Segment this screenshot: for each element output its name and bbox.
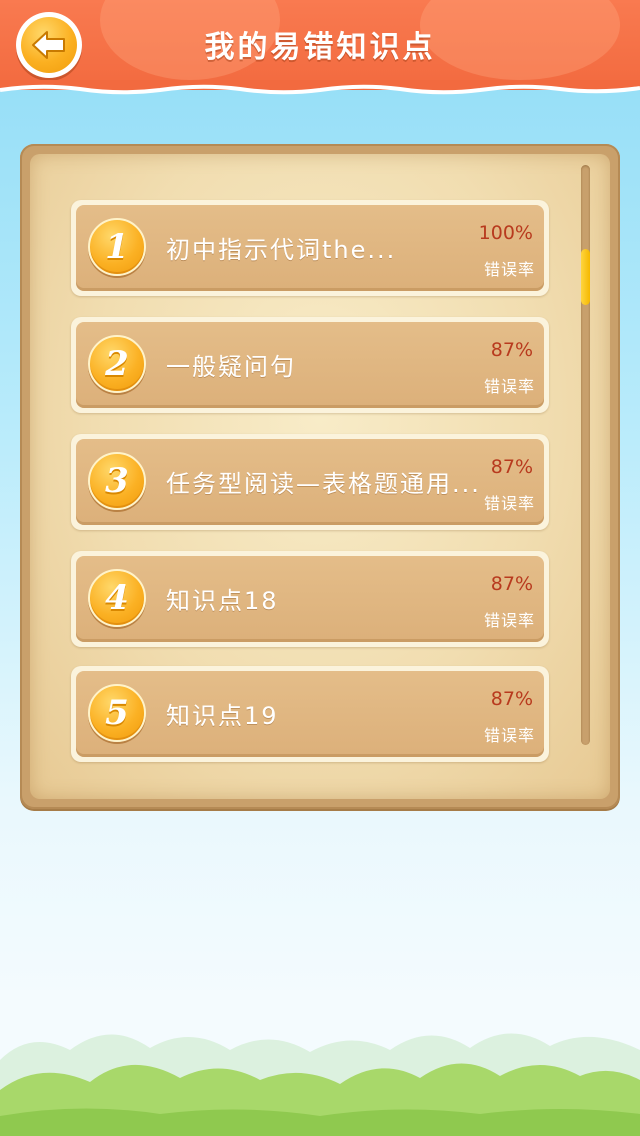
rank-badge: 1 — [88, 218, 146, 276]
rank-badge: 5 — [88, 684, 146, 742]
landscape-hills — [0, 1033, 640, 1136]
error-rate-label: 错误率 — [483, 726, 535, 745]
error-rate-value: 87% — [490, 688, 533, 710]
knowledge-point-title: 初中指示代词the... — [166, 236, 397, 264]
rank-badge: 3 — [88, 452, 146, 510]
list-item[interactable]: 2 一般疑问句 87% 错误率 — [71, 317, 549, 413]
knowledge-point-title: 知识点18 — [166, 587, 279, 615]
error-rate-value: 87% — [490, 339, 533, 361]
list-item[interactable]: 4 知识点18 87% 错误率 — [71, 551, 549, 647]
error-rate-value: 87% — [490, 573, 533, 595]
error-rate-label: 错误率 — [483, 260, 535, 279]
scrollbar-thumb[interactable] — [581, 249, 590, 305]
header-wavy-edge — [0, 80, 640, 95]
knowledge-point-title: 知识点19 — [166, 702, 279, 730]
page-title: 我的易错知识点 — [204, 30, 436, 65]
rank-badge: 2 — [88, 335, 146, 393]
list-item[interactable]: 3 任务型阅读—表格题通用... 87% 错误率 — [71, 434, 549, 530]
knowledge-point-title: 任务型阅读—表格题通用... — [166, 470, 481, 498]
list-item[interactable]: 5 知识点19 87% 错误率 — [71, 666, 549, 762]
header-bar: 我的易错知识点 — [0, 0, 640, 90]
error-rate-label: 错误率 — [483, 611, 535, 630]
knowledge-point-title: 一般疑问句 — [166, 353, 296, 381]
error-rate-label: 错误率 — [483, 377, 535, 396]
error-rate-value: 100% — [478, 222, 533, 244]
error-rate-value: 87% — [490, 456, 533, 478]
rank-badge: 4 — [88, 569, 146, 627]
list-item[interactable]: 1 初中指示代词the... 100% 错误率 — [71, 200, 549, 296]
error-rate-label: 错误率 — [483, 494, 535, 513]
